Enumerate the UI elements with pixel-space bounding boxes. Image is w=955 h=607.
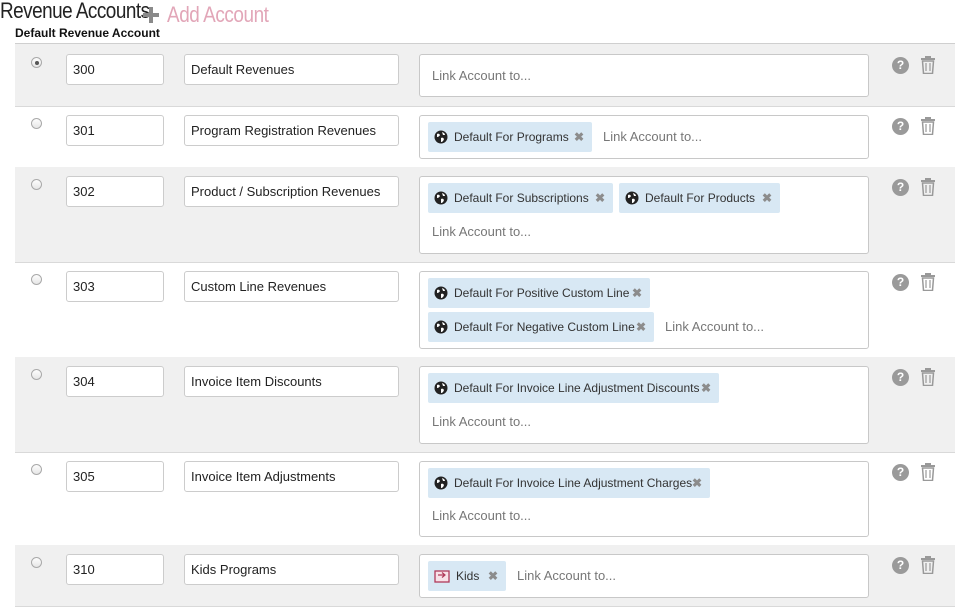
help-icon[interactable]: ? <box>892 57 909 74</box>
account-row: 301 Program Registration Revenues Defaul… <box>15 106 955 168</box>
account-tag: Kids ✖ <box>428 561 506 591</box>
account-name-field[interactable]: Invoice Item Discounts <box>184 366 399 397</box>
remove-tag-icon[interactable]: ✖ <box>701 381 711 395</box>
plus-icon <box>143 7 159 23</box>
default-radio[interactable] <box>31 179 42 190</box>
link-account-field[interactable]: Default For Programs ✖ Link Account to..… <box>419 115 869 159</box>
account-tag: Default For Programs ✖ <box>428 122 592 152</box>
globe-icon <box>434 286 448 300</box>
default-radio[interactable] <box>31 118 42 129</box>
help-icon[interactable]: ? <box>892 274 909 291</box>
trash-icon[interactable] <box>920 56 936 74</box>
globe-icon <box>434 476 448 490</box>
account-row: 300 Default Revenues Link Account to... … <box>15 44 955 107</box>
account-name-field[interactable]: Product / Subscription Revenues <box>184 176 399 207</box>
default-radio[interactable] <box>31 57 42 68</box>
trash-icon[interactable] <box>920 556 936 574</box>
trash-icon[interactable] <box>920 178 936 196</box>
account-tag: Default For Positive Custom Line ✖ <box>428 278 650 308</box>
globe-icon <box>434 320 448 334</box>
help-icon[interactable]: ? <box>892 179 909 196</box>
link-account-placeholder: Link Account to... <box>432 68 532 83</box>
link-account-placeholder: Link Account to... <box>432 224 532 239</box>
remove-tag-icon[interactable]: ✖ <box>762 191 772 205</box>
tag-label: Default For Invoice Line Adjustment Disc… <box>454 381 700 395</box>
account-number-field[interactable]: 303 <box>66 271 164 302</box>
account-tag: Default For Products ✖ <box>619 183 780 213</box>
account-tag: Default For Invoice Line Adjustment Char… <box>428 468 710 498</box>
account-name-field[interactable]: Invoice Item Adjustments <box>184 461 399 492</box>
link-account-field[interactable]: Default For Positive Custom Line ✖ Defau… <box>419 271 869 349</box>
account-tag: Default For Negative Custom Line ✖ <box>428 312 654 342</box>
account-tag: Default For Invoice Line Adjustment Disc… <box>428 373 719 403</box>
account-name-field[interactable]: Program Registration Revenues <box>184 115 399 146</box>
globe-icon <box>434 191 448 205</box>
account-number-field[interactable]: 310 <box>66 554 164 585</box>
link-account-field[interactable]: Kids ✖ Link Account to... <box>419 554 869 598</box>
link-account-placeholder: Link Account to... <box>603 129 703 144</box>
account-row: 302 Product / Subscription Revenues Defa… <box>15 167 955 263</box>
account-name-field[interactable]: Default Revenues <box>184 54 399 85</box>
account-row: 303 Custom Line Revenues Default For Pos… <box>15 262 955 358</box>
globe-icon <box>434 381 448 395</box>
trash-icon[interactable] <box>920 117 936 135</box>
account-name-field[interactable]: Custom Line Revenues <box>184 271 399 302</box>
add-account-button[interactable]: Add Account <box>143 0 285 30</box>
account-tag: Default For Subscriptions ✖ <box>428 183 613 213</box>
account-number-field[interactable]: 304 <box>66 366 164 397</box>
trash-icon[interactable] <box>920 273 936 291</box>
account-number-field[interactable]: 305 <box>66 461 164 492</box>
globe-icon <box>434 130 448 144</box>
account-row: 304 Invoice Item Discounts Default For I… <box>15 357 955 453</box>
account-number-field[interactable]: 300 <box>66 54 164 85</box>
tag-label: Default For Products <box>645 191 756 205</box>
remove-tag-icon[interactable]: ✖ <box>692 476 702 490</box>
add-account-label: Add Account <box>167 2 269 27</box>
default-radio[interactable] <box>31 557 42 568</box>
link-account-placeholder: Link Account to... <box>665 319 765 334</box>
account-row: 305 Invoice Item Adjustments Default For… <box>15 452 955 546</box>
help-icon[interactable]: ? <box>892 369 909 386</box>
tag-label: Default For Subscriptions <box>454 191 589 205</box>
help-icon[interactable]: ? <box>892 557 909 574</box>
link-account-placeholder: Link Account to... <box>432 508 532 523</box>
tag-label: Default For Positive Custom Line <box>454 286 630 300</box>
help-icon[interactable]: ? <box>892 464 909 481</box>
link-account-placeholder: Link Account to... <box>517 568 617 583</box>
link-account-field[interactable]: Default For Invoice Line Adjustment Char… <box>419 461 869 537</box>
account-name-field[interactable]: Kids Programs <box>184 554 399 585</box>
accounts-table: 300 Default Revenues Link Account to... … <box>15 43 955 607</box>
link-account-field[interactable]: Default For Invoice Line Adjustment Disc… <box>419 366 869 444</box>
default-radio[interactable] <box>31 464 42 475</box>
trash-icon[interactable] <box>920 368 936 386</box>
account-row: 310 Kids Programs Kids ✖ Link Account to… <box>15 545 955 607</box>
globe-icon <box>625 191 639 205</box>
remove-tag-icon[interactable]: ✖ <box>632 286 642 300</box>
link-account-placeholder: Link Account to... <box>432 414 532 429</box>
remove-tag-icon[interactable]: ✖ <box>636 320 646 334</box>
remove-tag-icon[interactable]: ✖ <box>595 191 605 205</box>
link-account-field[interactable]: Link Account to... <box>419 54 869 97</box>
remove-tag-icon[interactable]: ✖ <box>574 130 584 144</box>
account-number-field[interactable]: 302 <box>66 176 164 207</box>
account-number-field[interactable]: 301 <box>66 115 164 146</box>
column-header-default: Default Revenue Account <box>15 26 160 40</box>
page-title: Revenue Accounts <box>0 0 150 23</box>
trash-icon[interactable] <box>920 463 936 481</box>
program-icon <box>434 570 450 583</box>
help-icon[interactable]: ? <box>892 118 909 135</box>
remove-tag-icon[interactable]: ✖ <box>488 569 498 583</box>
tag-label: Default For Invoice Line Adjustment Char… <box>454 476 693 490</box>
default-radio[interactable] <box>31 369 42 380</box>
tag-label: Kids <box>456 569 480 583</box>
link-account-field[interactable]: Default For Subscriptions ✖ Default For … <box>419 176 869 254</box>
tag-label: Default For Negative Custom Line <box>454 320 635 334</box>
default-radio[interactable] <box>31 274 42 285</box>
tag-label: Default For Programs <box>454 130 569 144</box>
